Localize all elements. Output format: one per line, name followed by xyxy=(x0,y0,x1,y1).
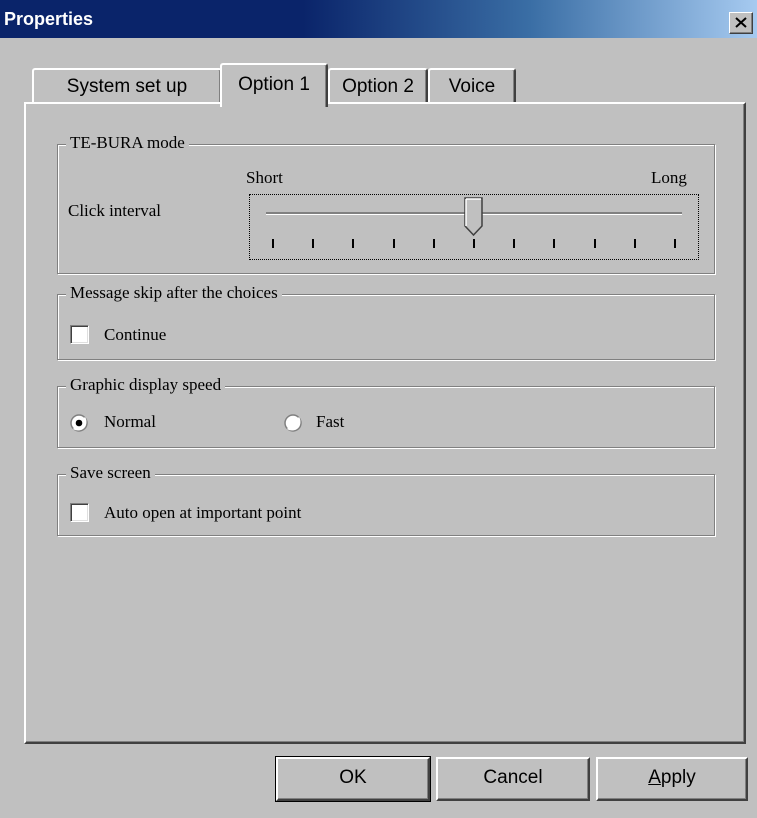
tab-option-1[interactable]: Option 1 xyxy=(220,63,328,107)
slider-tick xyxy=(432,239,435,248)
group-graphic-display-speed: Graphic display speed Normal Fast xyxy=(57,375,715,448)
slider-tick xyxy=(312,239,315,248)
group-te-bura-mode: TE-BURA mode Click interval Short Long xyxy=(57,133,715,274)
slider-thumb[interactable] xyxy=(464,197,484,242)
group-legend: Save screen xyxy=(66,463,155,483)
continue-checkbox[interactable] xyxy=(70,325,89,344)
slider-max-label: Long xyxy=(651,168,687,187)
click-interval-label: Click interval xyxy=(68,201,162,220)
window-title: Properties xyxy=(4,9,94,29)
auto-open-checkbox[interactable] xyxy=(70,503,89,522)
close-icon xyxy=(735,17,747,28)
title-bar: Properties xyxy=(0,0,757,38)
group-legend: Message skip after the choices xyxy=(66,283,282,303)
tab-system-set-up[interactable]: System set up xyxy=(32,68,222,104)
radio-fast[interactable] xyxy=(284,414,302,432)
slider-tick xyxy=(593,239,596,248)
tab-option-2[interactable]: Option 2 xyxy=(328,68,428,104)
apply-label: Apply xyxy=(648,767,696,788)
ok-button[interactable]: OK xyxy=(275,756,431,802)
group-legend: Graphic display speed xyxy=(66,375,226,395)
radio-normal[interactable] xyxy=(70,414,88,432)
slider-tick xyxy=(513,239,516,248)
slider-tick xyxy=(392,239,395,248)
group-save-screen: Save screen Auto open at important point xyxy=(57,463,715,536)
slider-tick xyxy=(553,239,556,248)
apply-button[interactable]: Apply xyxy=(596,757,748,801)
slider-min-label: Short xyxy=(246,168,283,187)
continue-label[interactable]: Continue xyxy=(104,325,166,345)
auto-open-label[interactable]: Auto open at important point xyxy=(104,503,301,523)
slider-tick xyxy=(352,239,355,248)
slider-tick xyxy=(272,239,274,248)
click-interval-slider[interactable] xyxy=(249,194,699,260)
group-message-skip: Message skip after the choices Continue xyxy=(57,283,715,360)
slider-tick xyxy=(633,239,636,248)
group-legend: TE-BURA mode xyxy=(66,133,189,153)
tab-panel-option-1: TE-BURA mode Click interval Short Long M… xyxy=(24,102,746,744)
tab-voice[interactable]: Voice xyxy=(428,68,516,104)
radio-normal-label[interactable]: Normal xyxy=(104,412,156,432)
radio-fast-label[interactable]: Fast xyxy=(316,412,344,432)
slider-tick xyxy=(674,239,676,248)
cancel-button[interactable]: Cancel xyxy=(436,757,590,801)
close-button[interactable] xyxy=(729,12,753,34)
